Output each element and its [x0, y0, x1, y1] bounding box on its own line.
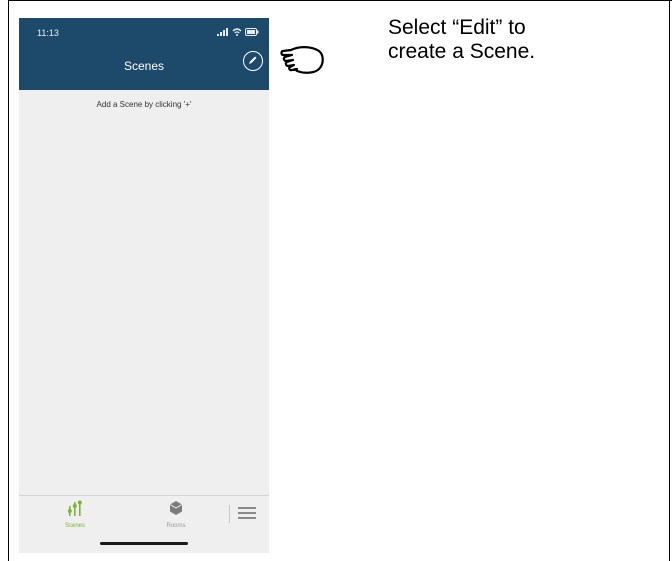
tab-rooms[interactable]: Rooms [146, 500, 206, 529]
signal-icon [217, 28, 228, 36]
status-time: 11:13 [37, 28, 59, 38]
table-border-top [8, 0, 672, 1]
instruction-text: Select “Edit” to create a Scene. [388, 16, 536, 63]
wifi-icon [232, 28, 242, 36]
tab-divider [229, 505, 230, 523]
tab-scenes[interactable]: Scenes [45, 500, 105, 529]
scenes-sliders-icon [67, 500, 82, 516]
hamburger-menu-icon[interactable] [238, 507, 256, 521]
tab-rooms-label: Rooms [166, 523, 186, 529]
phone-screenshot: 11:13 Scenes Add a Scene by clicking '+'… [19, 18, 269, 553]
empty-state-message: Add a Scene by clicking '+' [96, 100, 192, 109]
edit-button[interactable] [243, 51, 263, 71]
rooms-cube-icon [169, 501, 183, 515]
tab-scenes-label: Scenes [64, 523, 85, 529]
battery-icon [245, 28, 259, 36]
page-title: Scenes [123, 59, 165, 73]
table-border-left [8, 0, 9, 561]
pointing-hand-icon [280, 46, 324, 74]
status-bar: 11:13 [19, 18, 269, 44]
home-indicator [100, 542, 188, 545]
status-icons [217, 27, 259, 37]
pencil-icon [249, 56, 257, 64]
tab-bar: Scenes Rooms [19, 495, 269, 532]
nav-bar: Scenes [19, 44, 269, 90]
table-border-right [669, 0, 670, 561]
